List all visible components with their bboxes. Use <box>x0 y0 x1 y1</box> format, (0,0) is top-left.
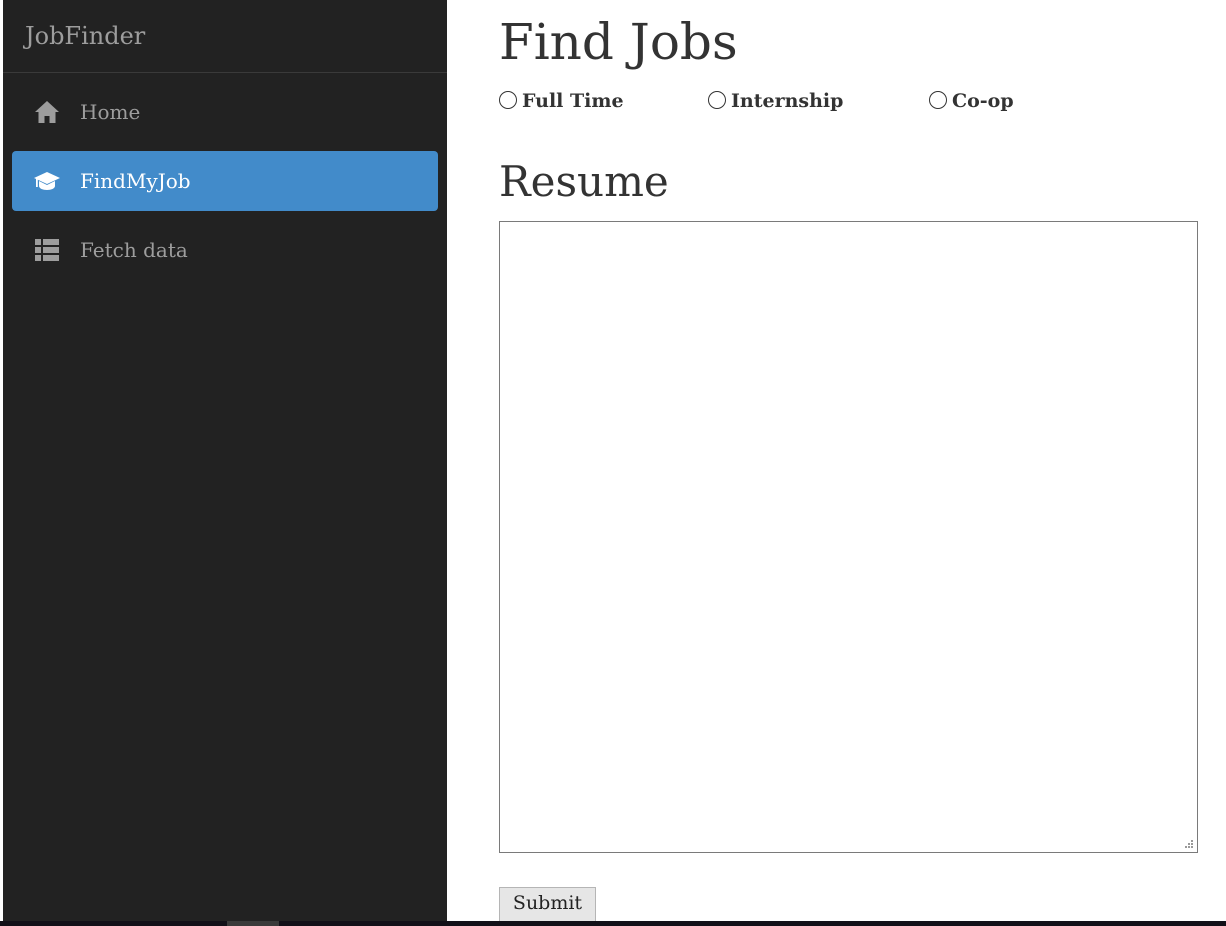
radio-button[interactable] <box>708 91 726 109</box>
resize-grip-icon[interactable] <box>1184 839 1194 849</box>
home-icon <box>32 100 62 124</box>
submit-button[interactable]: Submit <box>499 887 596 923</box>
resume-textarea[interactable] <box>499 221 1198 853</box>
sidebar-item-home[interactable]: Home <box>12 82 438 142</box>
sidebar-nav: Home FindMyJob Fetch data <box>3 73 447 280</box>
taskbar-item[interactable] <box>227 921 279 926</box>
sidebar-item-fetch-data[interactable]: Fetch data <box>12 220 438 280</box>
sidebar-item-label: FindMyJob <box>80 169 191 193</box>
radio-full-time[interactable]: Full Time <box>499 90 624 112</box>
brand-title[interactable]: JobFinder <box>3 0 447 73</box>
sidebar-item-findmyjob[interactable]: FindMyJob <box>12 151 438 211</box>
page-title: Find Jobs <box>499 13 738 71</box>
radio-label: Full Time <box>522 90 624 112</box>
sidebar-item-label: Fetch data <box>80 238 188 262</box>
taskbar-strip <box>0 921 1226 926</box>
sidebar: JobFinder Home FindMyJob Fetch data <box>3 0 447 926</box>
radio-label: Internship <box>731 90 844 112</box>
list-icon <box>32 238 62 262</box>
radio-button[interactable] <box>499 91 517 109</box>
radio-label: Co-op <box>952 90 1014 112</box>
job-type-radio-group: Full Time Internship Co-op <box>499 90 1199 116</box>
radio-co-op[interactable]: Co-op <box>929 90 1014 112</box>
resume-heading: Resume <box>499 157 669 206</box>
graduation-cap-icon <box>32 169 62 193</box>
radio-button[interactable] <box>929 91 947 109</box>
radio-internship[interactable]: Internship <box>708 90 843 112</box>
sidebar-item-label: Home <box>80 100 141 124</box>
